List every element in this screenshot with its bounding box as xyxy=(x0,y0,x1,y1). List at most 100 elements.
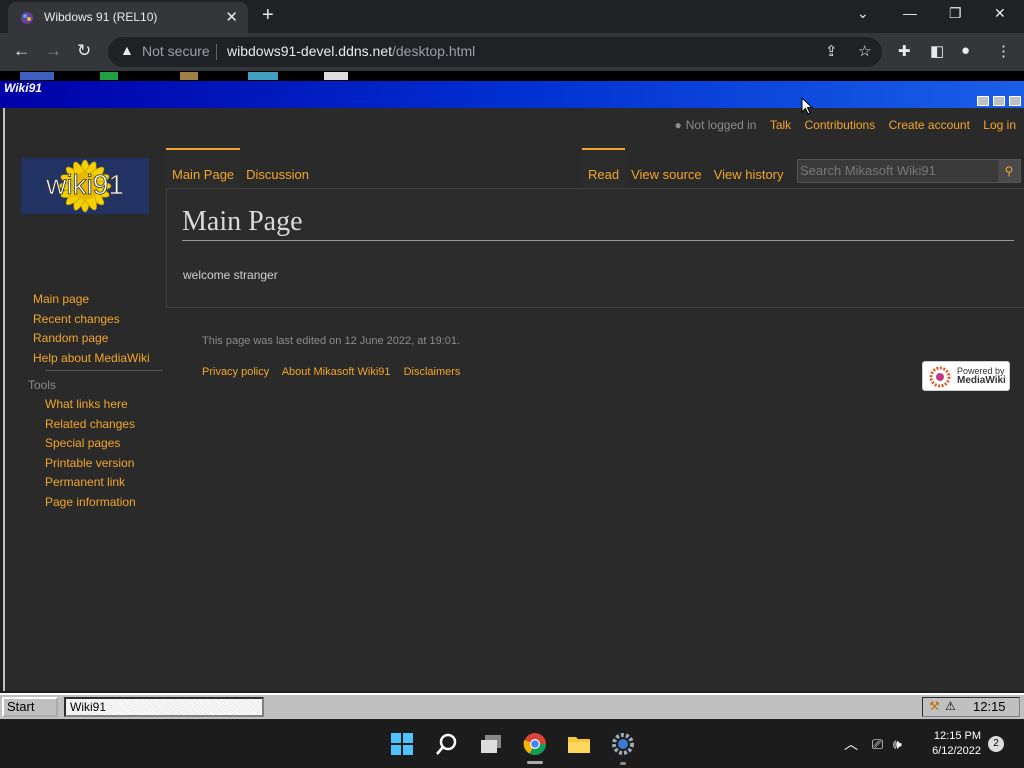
sidebar-item-what-links-here[interactable]: What links here xyxy=(45,395,136,415)
w91-close-icon[interactable] xyxy=(1009,96,1021,106)
sidebar-divider xyxy=(45,370,163,371)
desktop-icon[interactable] xyxy=(180,72,198,80)
security-label[interactable]: Not secure xyxy=(142,43,210,59)
address-bar[interactable]: ▲ Not secure wibdows91-devel.ddns.net/de… xyxy=(108,37,882,67)
settings-gear-icon[interactable] xyxy=(611,732,635,756)
logo-text: wiki91 xyxy=(45,169,124,200)
footer-about-link[interactable]: About Mikasoft Wiki91 xyxy=(282,366,391,378)
new-tab-button[interactable]: + xyxy=(262,4,274,27)
tab-search-icon[interactable]: ⌄ xyxy=(857,5,869,22)
user-icon: ● xyxy=(674,118,682,132)
tab-discussion[interactable]: Discussion xyxy=(240,150,315,190)
tab-title: Wibdows 91 (REL10) xyxy=(44,10,158,24)
page-title: Main Page xyxy=(182,206,1014,241)
powered-text: Powered by MediaWiki xyxy=(957,367,1006,386)
desktop-icon[interactable] xyxy=(324,72,348,80)
mediawiki-flower-icon xyxy=(929,366,951,388)
w91-desktop-icons-strip xyxy=(0,71,1024,81)
search-input[interactable]: Search Mikasoft Wiki91 ⚲ xyxy=(797,159,1021,183)
tab-view-source[interactable]: View source xyxy=(625,150,708,190)
w91-clock: 12:15 xyxy=(973,699,1006,714)
powered-name: MediaWiki xyxy=(957,375,1006,386)
task-view-icon[interactable] xyxy=(479,732,503,756)
url-text[interactable]: wibdows91-devel.ddns.net/desktop.html xyxy=(227,43,475,59)
sidebar-item-recent-changes[interactable]: Recent changes xyxy=(33,310,150,330)
view-tabs: Read View source View history xyxy=(582,148,790,188)
warning-icon[interactable]: ▲ xyxy=(120,42,134,58)
page-body: welcome stranger xyxy=(183,268,278,282)
footer-disclaimers-link[interactable]: Disclaimers xyxy=(404,366,461,378)
start-label: Start xyxy=(7,699,35,714)
footer-links: Privacy policy About Mikasoft Wiki91 Dis… xyxy=(202,366,470,378)
warning-tray-icon[interactable]: ⚠ xyxy=(945,699,956,713)
sidebar-item-permanent-link[interactable]: Permanent link xyxy=(45,473,136,493)
w91-taskbar: Start Wiki91 ⚒ ⚠ 12:15 xyxy=(0,693,1024,719)
clock-time: 12:15 PM xyxy=(933,730,981,742)
close-window-icon[interactable]: ✕ xyxy=(994,5,1006,22)
sidebar-item-related-changes[interactable]: Related changes xyxy=(45,415,136,435)
chrome-icon[interactable] xyxy=(523,732,547,756)
desktop-icon[interactable] xyxy=(100,72,118,80)
w91-tray: ⚒ ⚠ 12:15 xyxy=(922,697,1020,717)
volume-icon[interactable]: 🕪 xyxy=(893,736,902,752)
forward-icon[interactable]: → xyxy=(45,41,62,61)
sidebar-item-special-pages[interactable]: Special pages xyxy=(45,434,136,454)
file-explorer-icon[interactable] xyxy=(567,732,591,756)
minimize-icon[interactable]: — xyxy=(903,5,917,21)
w91-minimize-icon[interactable] xyxy=(977,96,989,106)
search-icon[interactable] xyxy=(435,732,459,756)
login-link[interactable]: Log in xyxy=(983,118,1016,132)
tools-heading: Tools xyxy=(28,378,57,392)
search-icon[interactable]: ⚲ xyxy=(998,160,1020,182)
powered-by-mediawiki-badge[interactable]: Powered by MediaWiki xyxy=(922,361,1010,391)
share-icon[interactable]: ⇪ xyxy=(825,42,838,60)
tool-icon[interactable]: ⚒ xyxy=(929,699,940,713)
not-logged-in: Not logged in xyxy=(685,118,757,132)
desktop-icon[interactable] xyxy=(20,72,54,80)
sidebar-item-page-information[interactable]: Page information xyxy=(45,493,136,513)
taskbar-item-label: Wiki91 xyxy=(70,700,107,714)
desktop-icon[interactable] xyxy=(248,72,278,80)
talk-link[interactable]: Talk xyxy=(770,118,791,132)
sidebar-item-printable-version[interactable]: Printable version xyxy=(45,454,136,474)
notification-badge[interactable]: 2 xyxy=(988,736,1004,752)
wiki-logo[interactable]: wiki91 xyxy=(19,136,151,236)
browser-tab[interactable]: Wibdows 91 (REL10) ✕ xyxy=(8,2,248,33)
profile-icon[interactable]: ● xyxy=(961,42,970,59)
url-path: /desktop.html xyxy=(392,43,476,59)
bookmark-star-icon[interactable]: ☆ xyxy=(858,42,871,60)
network-icon[interactable]: ⎚ xyxy=(872,736,883,752)
reload-icon[interactable]: ↻ xyxy=(77,41,91,61)
browser-tab-strip: Wibdows 91 (REL10) ✕ + ⌄ — ❐ ✕ xyxy=(0,0,1024,33)
sidebar-navigation: Main page Recent changes Random page Hel… xyxy=(33,290,150,368)
sidebar-item-random-page[interactable]: Random page xyxy=(33,329,150,349)
footer-privacy-link[interactable]: Privacy policy xyxy=(202,366,269,378)
windows-start-icon[interactable] xyxy=(390,732,414,756)
sidebar-tools: What links here Related changes Special … xyxy=(45,395,136,513)
back-icon[interactable]: ← xyxy=(13,41,30,61)
contributions-link[interactable]: Contributions xyxy=(805,118,876,132)
chevron-up-icon[interactable]: ︿ xyxy=(844,736,858,752)
menu-icon[interactable]: ⋮ xyxy=(996,42,1011,60)
window-title: Wiki91 xyxy=(4,81,42,95)
create-account-link[interactable]: Create account xyxy=(889,118,970,132)
w91-maximize-icon[interactable] xyxy=(993,96,1005,106)
system-tray: ︿ ⎚ 🕪 xyxy=(844,734,902,754)
tab-view-history[interactable]: View history xyxy=(708,150,790,190)
start-button[interactable]: Start xyxy=(2,697,58,717)
window-title-text: Wiki91 xyxy=(4,81,42,95)
extensions-icon[interactable]: ✚ xyxy=(898,42,911,60)
sidebar-item-main-page[interactable]: Main page xyxy=(33,290,150,310)
side-panel-icon[interactable]: ◧ xyxy=(930,42,944,60)
system-clock[interactable]: 12:15 PM 6/12/2022 xyxy=(925,729,981,759)
tab-main-page[interactable]: Main Page xyxy=(166,148,241,188)
windows-taskbar: ︿ ⎚ 🕪 12:15 PM 6/12/2022 2 xyxy=(0,720,1024,768)
w91-window-titlebar[interactable]: Wiki91 xyxy=(0,81,1024,108)
restore-icon[interactable]: ❐ xyxy=(949,5,962,22)
tab-close-icon[interactable]: ✕ xyxy=(225,8,238,26)
sidebar-item-help[interactable]: Help about MediaWiki xyxy=(33,349,150,369)
mouse-cursor-icon xyxy=(801,97,813,115)
tab-read[interactable]: Read xyxy=(582,148,626,188)
taskbar-item-wiki91[interactable]: Wiki91 xyxy=(64,697,264,717)
personal-tools: ● Not logged in Talk Contributions Create… xyxy=(665,118,1017,132)
